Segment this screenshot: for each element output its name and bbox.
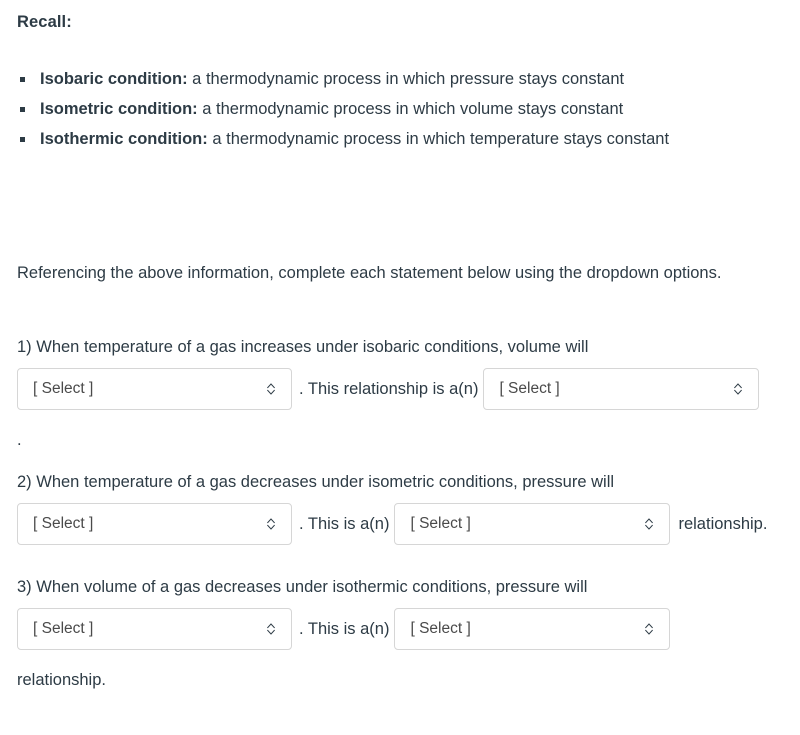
select-3b-value: [ Select ] <box>410 620 471 637</box>
answer-row-2: [ Select ] . This is a(n) [ Select ] rel… <box>17 503 792 545</box>
instructions-paragraph: Referencing the above information, compl… <box>17 264 722 282</box>
definitions-list: Isobaric condition: a thermodynamic proc… <box>17 64 777 154</box>
square-bullet-icon <box>20 77 25 82</box>
question-prompt-1: 1) When temperature of a gas increases u… <box>17 338 589 356</box>
question-prompt-3: 3) When volume of a gas decreases under … <box>17 578 588 596</box>
select-3b[interactable]: [ Select ] <box>394 608 671 650</box>
definition-description: a thermodynamic process in which pressur… <box>187 70 625 88</box>
select-2b-value: [ Select ] <box>410 515 471 532</box>
select-2b[interactable]: [ Select ] <box>394 503 671 545</box>
definition-term: Isometric condition: <box>40 100 198 118</box>
page-title: Recall: <box>17 13 72 31</box>
inline-text-1: . This relationship is a(n) <box>299 380 479 398</box>
answer-row-3: [ Select ] . This is a(n) [ Select ] <box>17 608 792 650</box>
chevron-up-down-icon <box>734 383 743 395</box>
select-1a[interactable]: [ Select ] <box>17 368 292 410</box>
chevron-up-down-icon <box>645 623 654 635</box>
question-block-2: 2) When temperature of a gas decreases u… <box>17 468 792 545</box>
select-2a[interactable]: [ Select ] <box>17 503 292 545</box>
select-3a-value: [ Select ] <box>33 620 94 637</box>
chevron-up-down-icon <box>267 383 275 395</box>
question-block-1: 1) When temperature of a gas increases u… <box>17 333 792 410</box>
quiz-page: Recall: Isobaric condition: a thermodyna… <box>0 0 800 735</box>
square-bullet-icon <box>20 107 25 112</box>
square-bullet-icon <box>20 137 25 142</box>
list-item: Isometric condition: a thermodynamic pro… <box>17 94 777 124</box>
inline-text-2-trailing: relationship. <box>678 515 768 533</box>
definition-term: Isobaric condition: <box>40 70 188 88</box>
question-block-3: 3) When volume of a gas decreases under … <box>17 573 792 650</box>
definition-description: a thermodynamic process in which volume … <box>197 100 624 118</box>
chevron-up-down-icon <box>267 623 275 635</box>
question-prompt-2: 2) When temperature of a gas decreases u… <box>17 473 615 491</box>
chevron-up-down-icon <box>267 518 275 530</box>
select-2a-value: [ Select ] <box>33 515 94 532</box>
question-1-trailing-period: . <box>17 431 22 449</box>
chevron-up-down-icon <box>645 518 654 530</box>
question-3-trailing-text: relationship. <box>17 671 106 689</box>
list-item: Isobaric condition: a thermodynamic proc… <box>17 64 777 94</box>
select-3a[interactable]: [ Select ] <box>17 608 292 650</box>
inline-text-3: . This is a(n) <box>299 620 390 638</box>
list-item: Isothermic condition: a thermodynamic pr… <box>17 124 777 154</box>
select-1b-value: [ Select ] <box>499 380 560 397</box>
answer-row-1: [ Select ] . This relationship is a(n) [… <box>17 368 792 410</box>
inline-text-2: . This is a(n) <box>299 515 390 533</box>
definition-description: a thermodynamic process in which tempera… <box>207 130 670 148</box>
select-1b[interactable]: [ Select ] <box>483 368 760 410</box>
definition-term: Isothermic condition: <box>40 130 208 148</box>
select-1a-value: [ Select ] <box>33 380 94 397</box>
